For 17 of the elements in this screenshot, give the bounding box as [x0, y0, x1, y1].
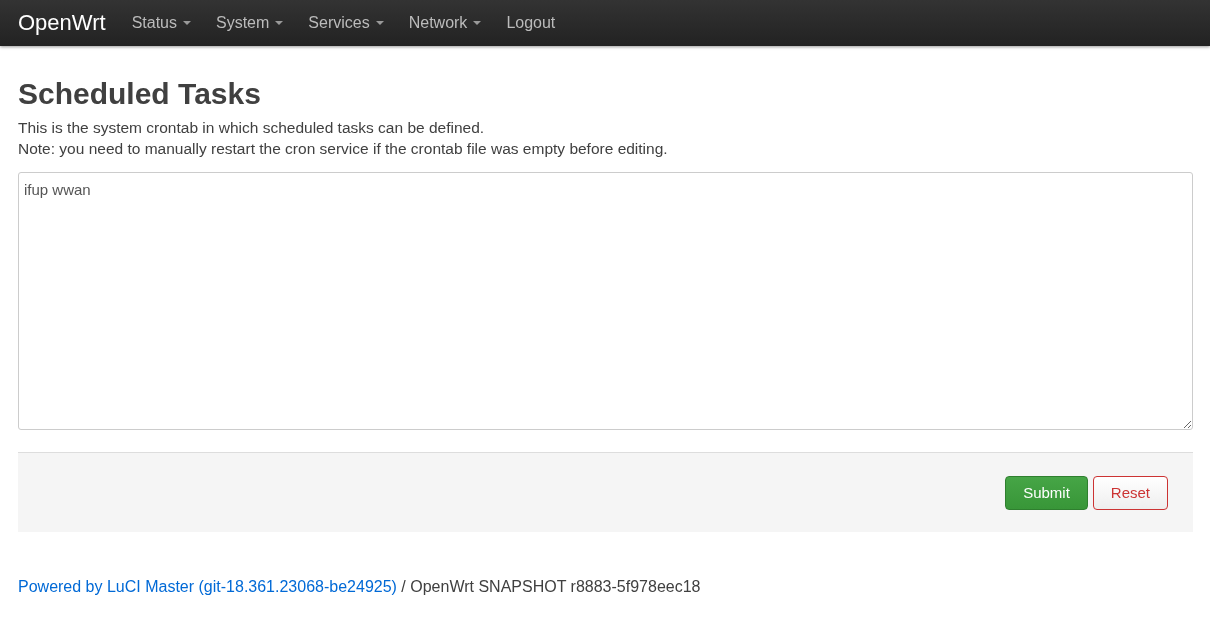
nav-menu-item[interactable]: System — [216, 14, 284, 32]
caret-icon — [183, 21, 191, 25]
brand-logo[interactable]: OpenWrt — [18, 10, 106, 36]
caret-icon — [275, 21, 284, 25]
reset-button[interactable]: Reset — [1092, 475, 1168, 510]
description-text: This is the system crontab in which scheduled tasks can be defined. — [18, 118, 486, 138]
caret-icon — [375, 21, 384, 25]
crontab-editor[interactable]: ifup wwan — [18, 172, 1193, 430]
nav-menu-item[interactable]: Network — [408, 14, 482, 32]
footer-text: Powered by LuCI Master (git-18.361.23068-be24925) / OpenWrt SNAPSHOT r8883-5f978eec18 — [18, 578, 702, 596]
nav-menu-item[interactable]: Logout — [506, 14, 556, 32]
nav-menu-item[interactable]: Services — [308, 14, 384, 32]
luci-link[interactable]: Powered by LuCI Master (git-18.361.23068-be24925) — [18, 578, 397, 595]
nav-menu-item[interactable]: Status — [131, 14, 191, 32]
description-text: Note: you need to manually restart the cron service if the crontab file was empty before editing. — [18, 139, 669, 159]
caret-icon — [473, 21, 482, 25]
page-title: Scheduled Tasks — [18, 77, 262, 111]
